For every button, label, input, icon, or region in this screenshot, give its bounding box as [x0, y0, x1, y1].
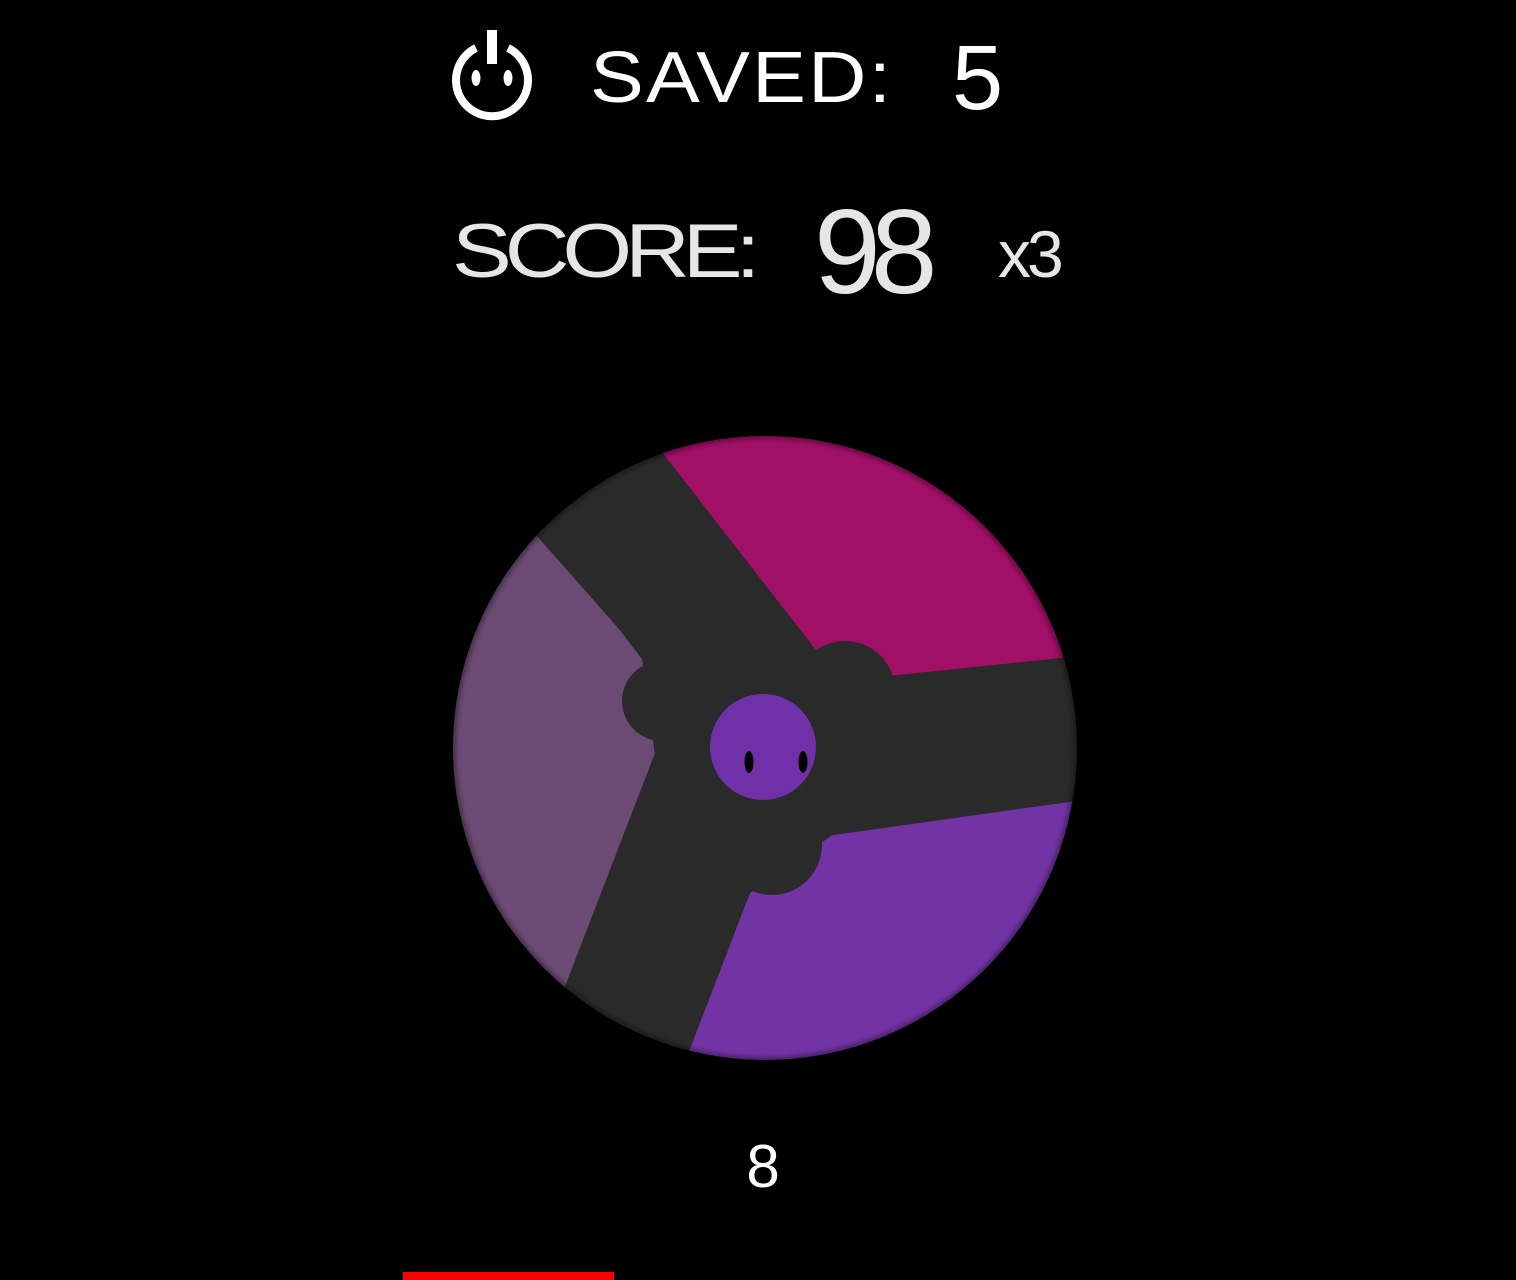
saved-count: 5 — [952, 27, 1004, 129]
ball-eye-left — [744, 751, 754, 773]
score-multiplier: x3 — [998, 217, 1064, 291]
ball-eye-right — [798, 751, 808, 773]
score-label: SCORE: — [452, 209, 760, 294]
game-stage[interactable]: SAVED: 5 SCORE: 98 x3 8 — [0, 0, 1516, 1280]
score-value: 98 — [814, 185, 938, 319]
power-icon[interactable] — [446, 28, 538, 124]
hub-lobe-bottom — [722, 795, 822, 895]
progress-track — [0, 1272, 1516, 1280]
center-ball — [710, 694, 816, 800]
progress-fill — [403, 1272, 614, 1280]
color-wheel[interactable] — [440, 423, 1090, 1073]
countdown-number: 8 — [746, 1133, 780, 1200]
saved-label: SAVED: — [590, 38, 894, 118]
hub-lobe-left — [622, 661, 702, 741]
